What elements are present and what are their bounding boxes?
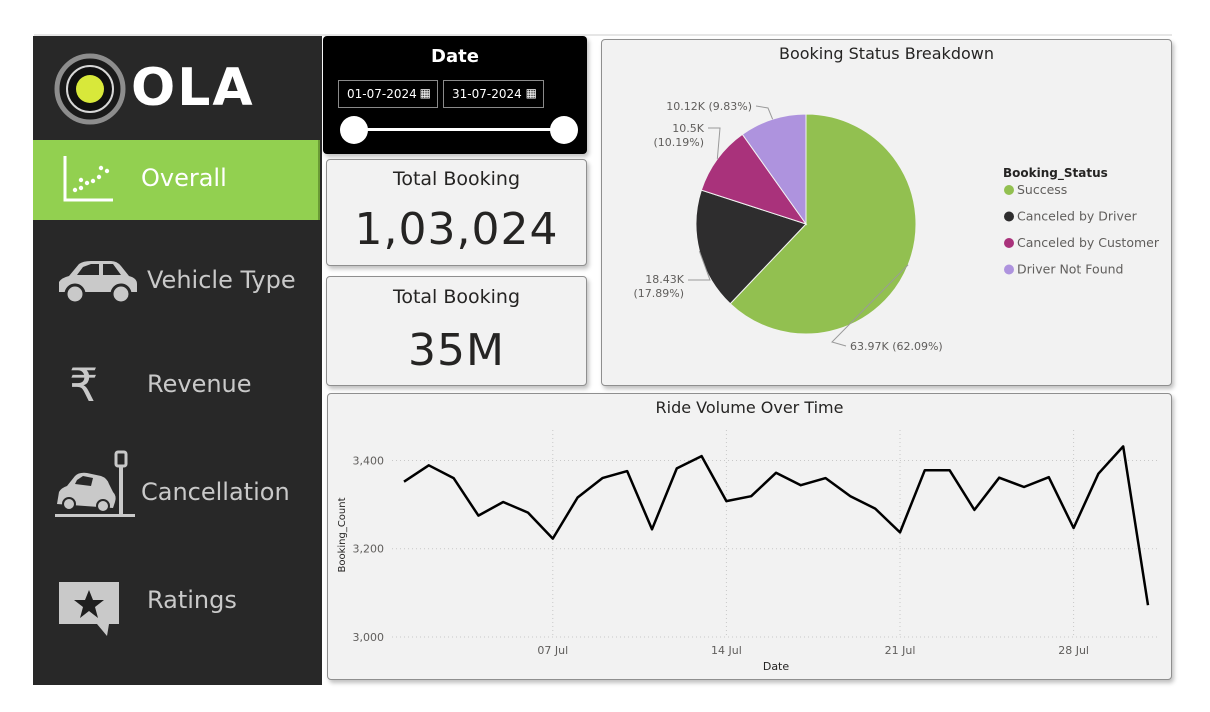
date-slider-end-handle[interactable] — [550, 116, 578, 144]
ride-volume-point[interactable] — [923, 468, 927, 472]
pie-data-label: 63.97K (62.09%) — [850, 340, 943, 353]
ride-volume-point[interactable] — [501, 500, 505, 504]
scatter-chart-icon — [63, 156, 113, 202]
car-icon — [59, 261, 137, 305]
y-tick-label: 3,000 — [353, 631, 385, 644]
ride-volume-chart: Ride Volume Over Time 3,000 3,200 3,400 07 … — [327, 393, 1172, 680]
nav-label-revenue: Revenue — [147, 370, 252, 398]
nav-label-ratings: Ratings — [147, 586, 237, 614]
ride-volume-point[interactable] — [848, 494, 852, 498]
ride-volume-point[interactable] — [402, 480, 406, 484]
sidebar: OLA Overall Vehicle Type ₹ Revenue Cance… — [33, 36, 322, 685]
nav-item-cancellation[interactable]: Cancellation — [33, 446, 322, 522]
start-date-value: 01-07-2024 — [347, 87, 417, 101]
ride-volume-point[interactable] — [625, 469, 629, 473]
ride-volume-point[interactable] — [551, 537, 555, 541]
rupee-icon: ₹ — [69, 358, 99, 412]
y-axis-title: Booking_Count — [337, 497, 348, 572]
end-date-value: 31-07-2024 — [452, 87, 522, 101]
ride-volume-point[interactable] — [972, 508, 976, 512]
x-axis-title: Date — [763, 660, 790, 673]
ride-volume-point[interactable] — [675, 466, 679, 470]
ride-volume-point[interactable] — [873, 507, 877, 511]
pie-leader-line — [755, 105, 774, 120]
date-slider-track[interactable] — [353, 128, 565, 131]
legend-marker — [1004, 264, 1014, 275]
legend-marker — [1004, 185, 1014, 195]
ola-logo: OLA — [51, 48, 261, 128]
booking-status-chart: Booking Status Breakdown 63.97K (62.09%)… — [601, 39, 1172, 386]
nav-item-ratings[interactable]: Ratings — [33, 576, 322, 640]
kpi-value: 35M — [408, 325, 505, 376]
legend-item[interactable]: Canceled by Driver — [1017, 209, 1138, 224]
ride-volume-point[interactable] — [997, 476, 1001, 480]
ride-volume-point[interactable] — [749, 494, 753, 498]
kpi-title: Total Booking — [392, 286, 521, 308]
line-chart-svg: 3,000 3,200 3,400 07 Jul 14 Jul 21 Jul 28 Jul D… — [337, 430, 1158, 673]
legend-title: Booking_Status — [1003, 166, 1108, 181]
pie-data-label: 18.43K — [645, 273, 684, 286]
kpi-title: Total Booking — [392, 168, 521, 190]
ride-volume-point[interactable] — [600, 476, 604, 480]
date-slider-start-handle[interactable] — [340, 116, 368, 144]
star-comment-icon — [59, 582, 119, 636]
nav-item-revenue[interactable]: ₹ Revenue — [33, 356, 322, 416]
ola-logo-icon — [54, 53, 126, 125]
car-crash-icon — [55, 450, 135, 517]
nav-label-cancellation: Cancellation — [141, 478, 290, 506]
pie-data-label: 10.12K (9.83%) — [666, 100, 752, 113]
date-filter: Date 01-07-2024 ▦ 31-07-2024 ▦ — [323, 36, 587, 154]
pie-data-label: (17.89%) — [633, 287, 684, 300]
legend-item[interactable]: Driver Not Found — [1017, 262, 1123, 277]
ride-volume-point[interactable] — [1047, 475, 1051, 479]
ride-volume-point[interactable] — [824, 476, 828, 480]
start-date-input[interactable]: 01-07-2024 ▦ — [338, 80, 438, 108]
kpi-card-total-booking-value: Total Booking 35M — [326, 276, 587, 386]
ride-volume-point[interactable] — [724, 499, 728, 503]
x-tick-label: 21 Jul — [885, 644, 916, 657]
pie-data-label: 10.5K — [672, 122, 704, 135]
x-tick-label: 14 Jul — [711, 644, 742, 657]
ride-volume-line[interactable] — [403, 445, 1150, 606]
ride-volume-point[interactable] — [1096, 472, 1100, 476]
ride-volume-point[interactable] — [452, 476, 456, 480]
nav-label-overall: Overall — [141, 164, 227, 192]
brand-name: OLA — [131, 58, 255, 118]
x-tick-label: 28 Jul — [1058, 644, 1089, 657]
ride-volume-point[interactable] — [1121, 444, 1125, 448]
end-date-input[interactable]: 31-07-2024 ▦ — [443, 80, 544, 108]
y-tick-label: 3,200 — [353, 543, 385, 556]
y-tick-label: 3,400 — [353, 454, 385, 467]
pie-chart-svg: 63.97K (62.09%) 18.43K(17.89%) 10.5K(10.19… — [633, 100, 1160, 353]
dashboard-page: OLA Overall Vehicle Type ₹ Revenue Cance… — [0, 0, 1210, 712]
x-tick-label: 07 Jul — [537, 644, 568, 657]
ride-volume-point[interactable] — [1146, 603, 1150, 607]
pie-leader-line — [708, 127, 721, 159]
ride-volume-point[interactable] — [948, 468, 952, 472]
nav-item-vehicle-type[interactable]: Vehicle Type — [33, 250, 322, 310]
nav-item-overall[interactable]: Overall — [33, 140, 320, 220]
ride-volume-point[interactable] — [799, 483, 803, 487]
date-filter-title: Date — [431, 46, 479, 67]
ride-volume-point[interactable] — [576, 496, 580, 500]
legend-marker — [1004, 211, 1014, 222]
legend-item[interactable]: Canceled by Customer — [1017, 235, 1160, 250]
ride-volume-point[interactable] — [700, 454, 704, 458]
ride-volume-point[interactable] — [650, 527, 654, 531]
ride-volume-point[interactable] — [898, 530, 902, 534]
ride-volume-point[interactable] — [476, 514, 480, 518]
ride-volume-point[interactable] — [774, 471, 778, 475]
nav-label-vehicle-type: Vehicle Type — [147, 266, 296, 294]
ride-volume-point[interactable] — [1072, 526, 1076, 530]
ride-volume-point[interactable] — [526, 511, 530, 515]
legend-marker — [1004, 238, 1014, 248]
calendar-icon[interactable]: ▦ — [526, 86, 537, 100]
kpi-card-total-booking: Total Booking 1,03,024 — [326, 159, 587, 266]
pie-data-label: (10.19%) — [653, 136, 704, 149]
ride-volume-point[interactable] — [1022, 485, 1026, 489]
kpi-value: 1,03,024 — [354, 204, 559, 255]
ride-volume-point[interactable] — [427, 463, 431, 467]
legend-item[interactable]: Success — [1017, 182, 1067, 197]
calendar-icon[interactable]: ▦ — [420, 86, 431, 100]
